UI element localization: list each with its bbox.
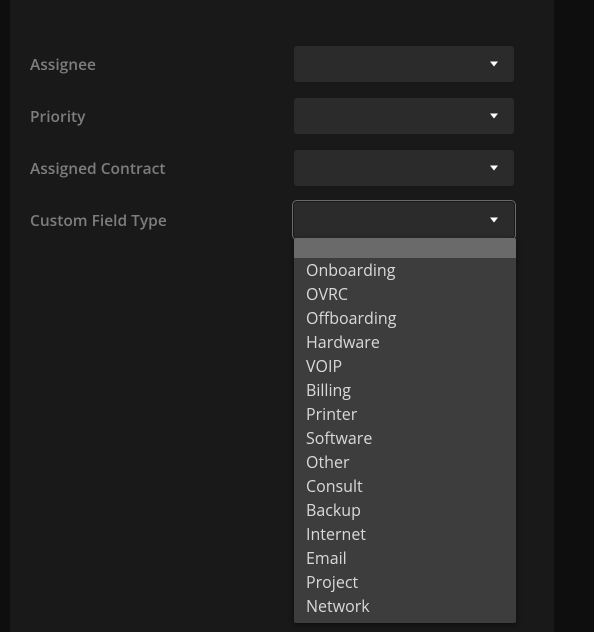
assigned-contract-select[interactable] bbox=[294, 150, 514, 186]
dropdown-option[interactable]: Email bbox=[294, 546, 516, 570]
dropdown-option[interactable]: Hardware bbox=[294, 330, 516, 354]
form-panel: Assignee Priority Assigned Contract Cust… bbox=[10, 0, 554, 632]
assignee-label: Assignee bbox=[30, 53, 294, 75]
dropdown-search-bar[interactable] bbox=[294, 238, 516, 258]
dropdown-option[interactable]: OVRC bbox=[294, 282, 516, 306]
dropdown-option[interactable]: Network bbox=[294, 594, 516, 623]
priority-label: Priority bbox=[30, 105, 294, 127]
dropdown-option[interactable]: VOIP bbox=[294, 354, 516, 378]
custom-field-type-dropdown: Onboarding OVRC Offboarding Hardware VOI… bbox=[294, 238, 516, 623]
custom-field-type-select[interactable] bbox=[294, 202, 514, 238]
dropdown-option[interactable]: Backup bbox=[294, 498, 516, 522]
assignee-select-wrap bbox=[294, 46, 514, 82]
assigned-contract-select-wrap bbox=[294, 150, 514, 186]
form-row-assigned-contract: Assigned Contract bbox=[10, 142, 554, 194]
dropdown-option[interactable]: Consult bbox=[294, 474, 516, 498]
dropdown-option[interactable]: Printer bbox=[294, 402, 516, 426]
custom-field-type-label: Custom Field Type bbox=[30, 209, 294, 231]
dropdown-option[interactable]: Onboarding bbox=[294, 258, 516, 282]
priority-select-wrap bbox=[294, 98, 514, 134]
custom-field-type-select-wrap bbox=[294, 202, 514, 238]
priority-select[interactable] bbox=[294, 98, 514, 134]
dropdown-option[interactable]: Internet bbox=[294, 522, 516, 546]
form-row-priority: Priority bbox=[10, 90, 554, 142]
form-row-assignee: Assignee bbox=[10, 38, 554, 90]
dropdown-option[interactable]: Billing bbox=[294, 378, 516, 402]
assigned-contract-label: Assigned Contract bbox=[30, 157, 294, 179]
dropdown-option[interactable]: Software bbox=[294, 426, 516, 450]
assignee-select[interactable] bbox=[294, 46, 514, 82]
dropdown-option[interactable]: Project bbox=[294, 570, 516, 594]
dropdown-option[interactable]: Other bbox=[294, 450, 516, 474]
dropdown-option[interactable]: Offboarding bbox=[294, 306, 516, 330]
